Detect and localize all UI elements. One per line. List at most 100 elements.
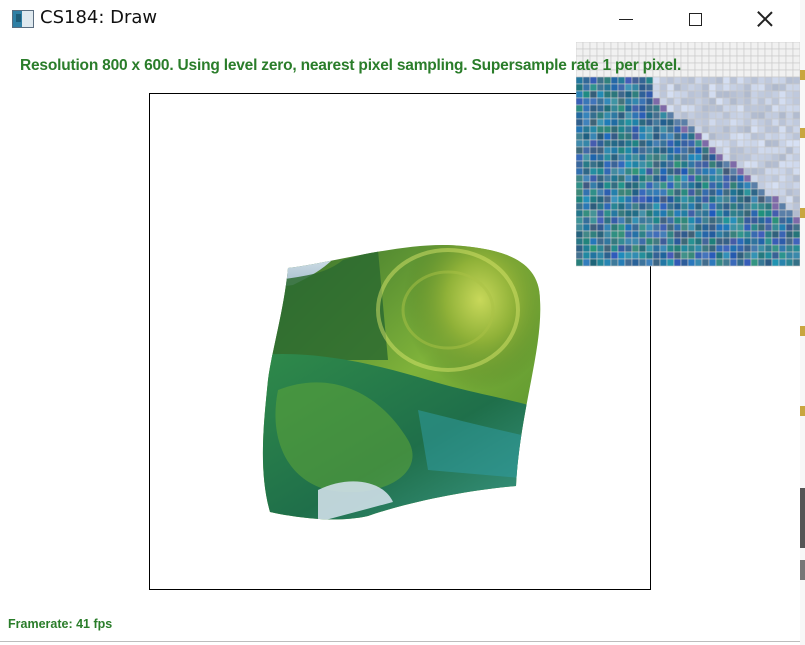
zoom-pixel bbox=[771, 202, 780, 211]
background-window-edge bbox=[800, 0, 805, 645]
zoom-pixel bbox=[652, 97, 661, 106]
zoom-pixel bbox=[582, 125, 591, 134]
zoom-pixel bbox=[701, 139, 710, 148]
zoom-pixel bbox=[603, 195, 612, 204]
zoom-pixel bbox=[757, 244, 766, 253]
zoom-pixel bbox=[596, 139, 605, 148]
zoom-pixel bbox=[666, 42, 675, 50]
maximize-button[interactable] bbox=[672, 0, 718, 38]
zoom-pixel bbox=[582, 174, 591, 183]
zoom-pixel bbox=[638, 209, 647, 218]
zoom-pixel bbox=[673, 90, 682, 99]
zoom-pixel bbox=[610, 237, 619, 246]
zoom-pixel bbox=[701, 216, 710, 225]
zoom-pixel bbox=[785, 188, 794, 197]
zoom-pixel bbox=[582, 76, 591, 85]
zoom-pixel bbox=[757, 76, 766, 85]
zoom-pixel bbox=[771, 139, 780, 148]
zoom-pixel bbox=[589, 244, 598, 253]
zoom-pixel bbox=[750, 216, 759, 225]
zoom-pixel bbox=[792, 97, 800, 106]
zoom-pixel bbox=[743, 69, 752, 78]
zoom-pixel bbox=[645, 258, 654, 267]
zoom-pixel bbox=[582, 230, 591, 239]
zoom-pixel bbox=[708, 90, 717, 99]
zoom-pixel bbox=[610, 76, 619, 85]
zoom-pixel bbox=[673, 97, 682, 106]
zoom-pixel bbox=[736, 209, 745, 218]
zoom-pixel bbox=[687, 104, 696, 113]
zoom-pixel bbox=[694, 111, 703, 120]
zoom-pixel bbox=[645, 104, 654, 113]
zoom-pixel bbox=[680, 244, 689, 253]
zoom-pixel bbox=[729, 125, 738, 134]
zoom-pixel bbox=[750, 258, 759, 267]
zoom-pixel bbox=[722, 223, 731, 232]
zoom-pixel bbox=[638, 202, 647, 211]
zoom-pixel bbox=[708, 48, 717, 57]
close-button[interactable] bbox=[742, 0, 788, 38]
zoom-pixel bbox=[645, 48, 654, 57]
zoom-pixel bbox=[743, 146, 752, 155]
zoom-pixel bbox=[576, 118, 584, 127]
drawing-canvas[interactable]: Resolution 800 x 600. Using level zero, … bbox=[0, 38, 800, 641]
zoom-pixel bbox=[771, 62, 780, 71]
zoom-pixel bbox=[736, 132, 745, 141]
zoom-pixel bbox=[715, 111, 724, 120]
zoom-pixel bbox=[576, 97, 584, 106]
zoom-pixel bbox=[617, 118, 626, 127]
zoom-pixel bbox=[778, 202, 787, 211]
zoom-pixel bbox=[603, 118, 612, 127]
zoom-pixel bbox=[736, 153, 745, 162]
zoom-pixel bbox=[778, 244, 787, 253]
zoom-pixel bbox=[617, 125, 626, 134]
zoom-pixel bbox=[666, 160, 675, 169]
zoom-pixel bbox=[582, 153, 591, 162]
zoom-pixel bbox=[624, 125, 633, 134]
zoom-pixel bbox=[764, 209, 773, 218]
zoom-pixel bbox=[596, 125, 605, 134]
zoom-pixel bbox=[771, 223, 780, 232]
zoom-pixel bbox=[659, 97, 668, 106]
zoom-pixel bbox=[576, 111, 584, 120]
zoom-pixel bbox=[666, 125, 675, 134]
zoom-pixel bbox=[750, 132, 759, 141]
zoom-pixel bbox=[687, 230, 696, 239]
zoom-pixel bbox=[673, 76, 682, 85]
zoom-pixel bbox=[576, 244, 584, 253]
zoom-pixel bbox=[722, 118, 731, 127]
zoom-pixel bbox=[617, 188, 626, 197]
zoom-pixel bbox=[624, 209, 633, 218]
zoom-pixel bbox=[792, 111, 800, 120]
zoom-pixel bbox=[582, 167, 591, 176]
zoom-pixel bbox=[743, 202, 752, 211]
zoom-pixel bbox=[778, 146, 787, 155]
zoom-pixel bbox=[792, 167, 800, 176]
zoom-pixel bbox=[652, 111, 661, 120]
zoom-pixel bbox=[610, 209, 619, 218]
zoom-pixel bbox=[652, 76, 661, 85]
zoom-pixel bbox=[785, 230, 794, 239]
zoom-pixel bbox=[750, 244, 759, 253]
zoom-pixel bbox=[652, 181, 661, 190]
zoom-pixel bbox=[673, 237, 682, 246]
warped-texture-image[interactable] bbox=[258, 240, 544, 522]
zoom-pixel bbox=[617, 209, 626, 218]
zoom-pixel bbox=[687, 244, 696, 253]
zoom-pixel bbox=[645, 83, 654, 92]
minimize-button[interactable] bbox=[603, 0, 649, 38]
zoom-pixel bbox=[708, 167, 717, 176]
zoom-pixel bbox=[576, 188, 584, 197]
zoom-pixel bbox=[792, 118, 800, 127]
zoom-pixel bbox=[750, 202, 759, 211]
title-bar[interactable]: CS184: Draw bbox=[0, 0, 800, 38]
zoom-pixel bbox=[729, 139, 738, 148]
zoom-pixel bbox=[694, 97, 703, 106]
zoom-pixel bbox=[750, 76, 759, 85]
zoom-pixel bbox=[645, 160, 654, 169]
zoom-pixel bbox=[729, 76, 738, 85]
zoom-pixel bbox=[785, 104, 794, 113]
zoom-pixel bbox=[722, 146, 731, 155]
zoom-pixel bbox=[785, 244, 794, 253]
zoom-pixel bbox=[589, 76, 598, 85]
